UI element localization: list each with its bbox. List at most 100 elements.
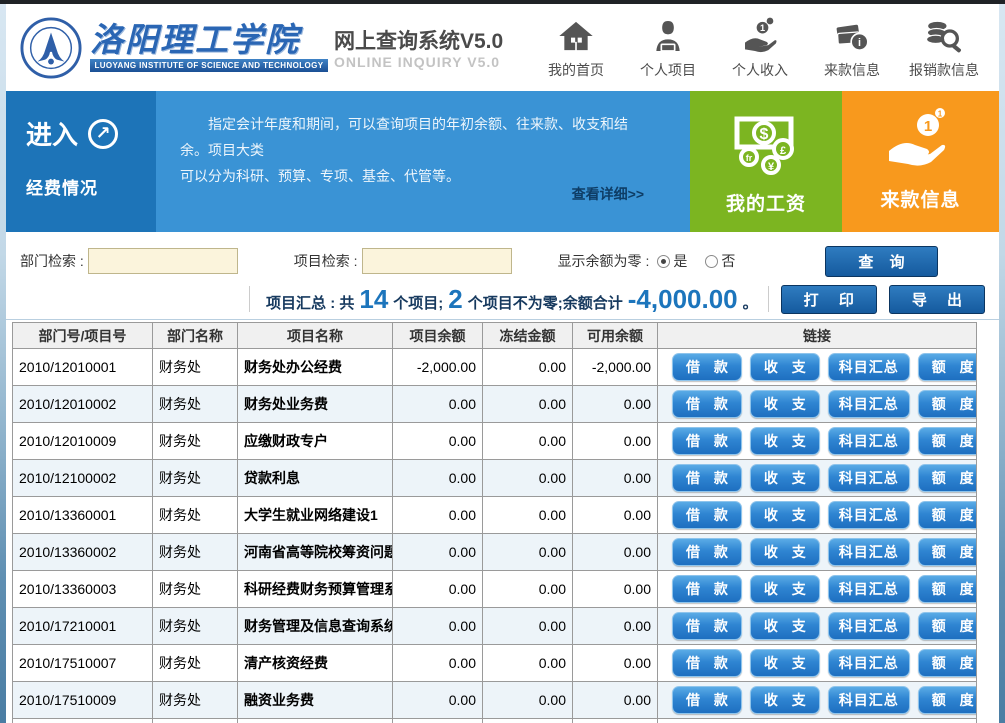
quota-button[interactable]: 额 度: [918, 464, 976, 492]
row-balance: -2,000.00: [393, 349, 483, 386]
banknotes-info-icon: i: [832, 16, 872, 56]
quota-button[interactable]: 额 度: [918, 427, 976, 455]
col-header-dept-project-id: 部门号/项目号: [13, 323, 153, 349]
loan-button[interactable]: 借 款: [672, 390, 742, 418]
nav-item-home[interactable]: 我的首页: [533, 16, 619, 80]
row-dept-project-id: 2010/12010002: [13, 386, 153, 423]
row-project-name: 科研经费财务预算管理系: [238, 571, 393, 608]
income-expense-button[interactable]: 收 支: [750, 649, 820, 677]
income-expense-button[interactable]: 收 支: [750, 464, 820, 492]
nav-item-reimbursement-info[interactable]: 报销款信息: [901, 16, 987, 80]
table-row: 2010/12100002财务处贷款利息0.000.000.00借 款收 支科目…: [13, 460, 976, 497]
income-expense-button[interactable]: 收 支: [750, 390, 820, 418]
nav-item-personal-projects[interactable]: 个人项目: [625, 16, 711, 80]
dept-search-input[interactable]: [88, 248, 238, 274]
income-expense-button[interactable]: 收 支: [750, 538, 820, 566]
svg-text:1: 1: [923, 118, 931, 135]
nav-label: 报销款信息: [909, 60, 979, 80]
subject-summary-button[interactable]: 科目汇总: [828, 649, 910, 677]
subject-summary-button[interactable]: 科目汇总: [828, 686, 910, 714]
loan-button[interactable]: 借 款: [672, 649, 742, 677]
loan-button[interactable]: 借 款: [672, 464, 742, 492]
income-expense-button[interactable]: 收 支: [750, 353, 820, 381]
row-dept-name: 财务处: [153, 534, 238, 571]
radio-no-label: 否: [721, 251, 735, 271]
quota-button[interactable]: 额 度: [918, 612, 976, 640]
radio-yes[interactable]: [657, 255, 670, 268]
row-frozen: 0.00: [483, 682, 573, 719]
project-search-label: 项目检索 :: [294, 251, 358, 271]
my-salary-tile[interactable]: $ £ fr ¥ 我的工资: [690, 91, 842, 232]
loan-button[interactable]: 借 款: [672, 501, 742, 529]
loan-button[interactable]: 借 款: [672, 575, 742, 603]
subject-summary-button[interactable]: 科目汇总: [828, 612, 910, 640]
subject-summary-button[interactable]: 科目汇总: [828, 464, 910, 492]
row-links: 借 款收 支科目汇总额 度: [658, 608, 976, 645]
loan-button[interactable]: 借 款: [672, 353, 742, 381]
system-title-cn: 网上查询系统V5.0: [334, 30, 503, 54]
nav-item-incoming-funds[interactable]: i 来款信息: [809, 16, 895, 80]
project-summary: 项目汇总 : 共 14 个项目; 2 个项目不为零;余额合计 -4,000.00…: [250, 286, 768, 313]
intro-panel: 指定会计年度和期间，可以查询项目的年初余额、往来款、收支和结余。项目大类 可以分…: [156, 91, 690, 232]
enter-funds-tile[interactable]: 进入 ↗ 经费情况: [6, 91, 156, 232]
radio-no[interactable]: [705, 255, 718, 268]
subject-summary-button[interactable]: 科目汇总: [828, 501, 910, 529]
query-button[interactable]: 查 询: [825, 246, 937, 277]
income-expense-button[interactable]: 收 支: [750, 686, 820, 714]
subject-summary-button[interactable]: 科目汇总: [828, 353, 910, 381]
row-balance: 0.00: [393, 571, 483, 608]
income-expense-button[interactable]: 收 支: [750, 575, 820, 603]
quota-button[interactable]: 额 度: [918, 649, 976, 677]
row-dept-name: 财务处: [153, 423, 238, 460]
project-search-input[interactable]: [362, 248, 512, 274]
subject-summary-button[interactable]: 科目汇总: [828, 390, 910, 418]
subject-summary-button[interactable]: 科目汇总: [828, 575, 910, 603]
row-project-name: 贷款利息: [238, 460, 393, 497]
row-links: 借 款收 支科目汇总额 度: [658, 460, 976, 497]
zero-balance-radio-group: 显示余额为零 : 是 否: [558, 251, 754, 271]
table-row: 2010/12010009财务处应缴财政专户0.000.000.00借 款收 支…: [13, 423, 976, 460]
row-dept-name: 财务处: [153, 386, 238, 423]
row-project-name: 财务处业务费: [238, 386, 393, 423]
loan-button[interactable]: 借 款: [672, 612, 742, 640]
loan-button[interactable]: 借 款: [672, 686, 742, 714]
export-button[interactable]: 导 出: [889, 285, 985, 314]
top-nav: 我的首页 个人项目 1 个人收入 i 来款信息 报销款信息: [533, 16, 989, 80]
quota-button[interactable]: 额 度: [918, 575, 976, 603]
income-expense-button[interactable]: 收 支: [750, 501, 820, 529]
row-dept-name: 财务处: [153, 608, 238, 645]
print-button[interactable]: 打 印: [781, 285, 877, 314]
quota-button[interactable]: 额 度: [918, 390, 976, 418]
row-available: -2,000.00: [573, 349, 658, 386]
row-available: 0.00: [573, 460, 658, 497]
row-frozen: [483, 719, 573, 723]
row-dept-name: [153, 719, 238, 723]
quota-button[interactable]: 额 度: [918, 353, 976, 381]
radio-yes-label: 是: [673, 251, 687, 271]
row-frozen: 0.00: [483, 608, 573, 645]
table-row: 2010/13360001财务处大学生就业网络建设10.000.000.00借 …: [13, 497, 976, 534]
quota-button[interactable]: 额 度: [918, 501, 976, 529]
subject-summary-button[interactable]: 科目汇总: [828, 427, 910, 455]
hand-coin-icon: 1: [740, 16, 780, 56]
row-dept-project-id: 2010/17510009: [13, 682, 153, 719]
view-detail-link[interactable]: 查看详细>>: [572, 184, 644, 204]
row-available: 0.00: [573, 386, 658, 423]
row-dept-project-id: 2010/12010009: [13, 423, 153, 460]
coins-search-icon: [924, 16, 964, 56]
quota-button[interactable]: 额 度: [918, 686, 976, 714]
income-expense-button[interactable]: 收 支: [750, 612, 820, 640]
incoming-funds-tile[interactable]: 1 1 来款信息: [842, 91, 999, 232]
loan-button[interactable]: 借 款: [672, 538, 742, 566]
subject-summary-button[interactable]: 科目汇总: [828, 538, 910, 566]
table-row: 2010/13360002财务处河南省高等院校筹资问题0.000.000.00借…: [13, 534, 976, 571]
nav-label: 个人收入: [732, 60, 788, 80]
row-frozen: 0.00: [483, 645, 573, 682]
row-dept-name: 财务处: [153, 460, 238, 497]
row-project-name: 河南省高等院校筹资问题: [238, 534, 393, 571]
income-expense-button[interactable]: 收 支: [750, 427, 820, 455]
nav-item-personal-income[interactable]: 1 个人收入: [717, 16, 803, 80]
loan-button[interactable]: 借 款: [672, 427, 742, 455]
quota-button[interactable]: 额 度: [918, 538, 976, 566]
row-balance: 0.00: [393, 423, 483, 460]
